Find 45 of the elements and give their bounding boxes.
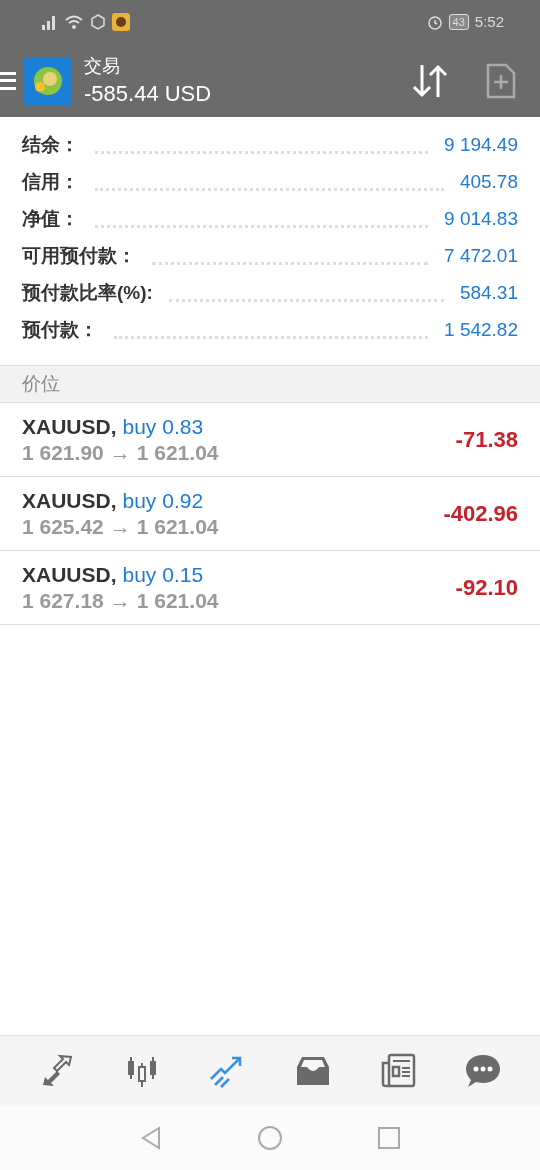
position-row[interactable]: XAUUSD, buy 0.83 1 621.90 → 1 621.04 -71.38 <box>0 403 540 477</box>
profit-value: -92.10 <box>455 574 518 602</box>
menu-icon[interactable] <box>0 71 16 90</box>
symbol-text: XAUUSD, <box>22 413 117 440</box>
summary-label: 净值： <box>22 206 79 231</box>
summary-value: 9 194.49 <box>444 132 518 157</box>
open-price: 1 625.42 <box>22 513 104 540</box>
current-price: 1 621.04 <box>136 587 219 614</box>
position-row[interactable]: XAUUSD, buy 0.92 1 625.42 → 1 621.04 -402.96 <box>0 477 540 551</box>
open-price: 1 621.90 <box>22 439 104 466</box>
summary-label: 预付款比率(%): <box>22 280 153 305</box>
summary-value: 405.78 <box>459 169 518 194</box>
app-notification-icon <box>112 13 130 31</box>
summary-value: 1 542.82 <box>444 317 518 342</box>
section-header: 价位 <box>0 365 540 403</box>
screen-title: 交易 <box>84 54 121 78</box>
summary-value: 584.31 <box>459 280 518 305</box>
floating-profit: -585.44 USD <box>84 79 212 108</box>
arrow-text: → <box>109 439 131 466</box>
order-text: buy 0.83 <box>122 413 204 440</box>
battery-level: 43 <box>448 14 469 30</box>
symbol-text: XAUUSD, <box>22 561 117 588</box>
current-price: 1 621.04 <box>136 439 219 466</box>
summary-label: 可用预付款： <box>22 243 136 268</box>
summary-label: 信用： <box>22 169 79 194</box>
arrow-text: → <box>109 587 131 614</box>
profit-value: -71.38 <box>455 426 518 454</box>
summary-label: 结余： <box>22 132 79 157</box>
summary-value: 9 014.83 <box>444 206 518 231</box>
clock-time: 5:52 <box>474 11 504 32</box>
order-text: buy 0.15 <box>122 561 204 588</box>
summary-label: 预付款： <box>22 317 98 342</box>
sort-icon[interactable] <box>410 62 450 99</box>
app-logo-icon <box>24 56 72 105</box>
profit-value: -402.96 <box>443 500 518 528</box>
open-price: 1 627.18 <box>22 587 104 614</box>
hexagon-icon <box>90 14 106 30</box>
position-row[interactable]: XAUUSD, buy 0.15 1 627.18 → 1 621.04 -92.10 <box>0 551 540 625</box>
summary-value: 7 472.01 <box>444 243 518 268</box>
symbol-text: XAUUSD, <box>22 487 117 514</box>
order-text: buy 0.92 <box>122 487 204 514</box>
wifi-icon <box>64 14 84 30</box>
current-price: 1 621.04 <box>136 513 219 540</box>
arrow-text: → <box>109 513 131 540</box>
alarm-icon <box>426 14 443 30</box>
